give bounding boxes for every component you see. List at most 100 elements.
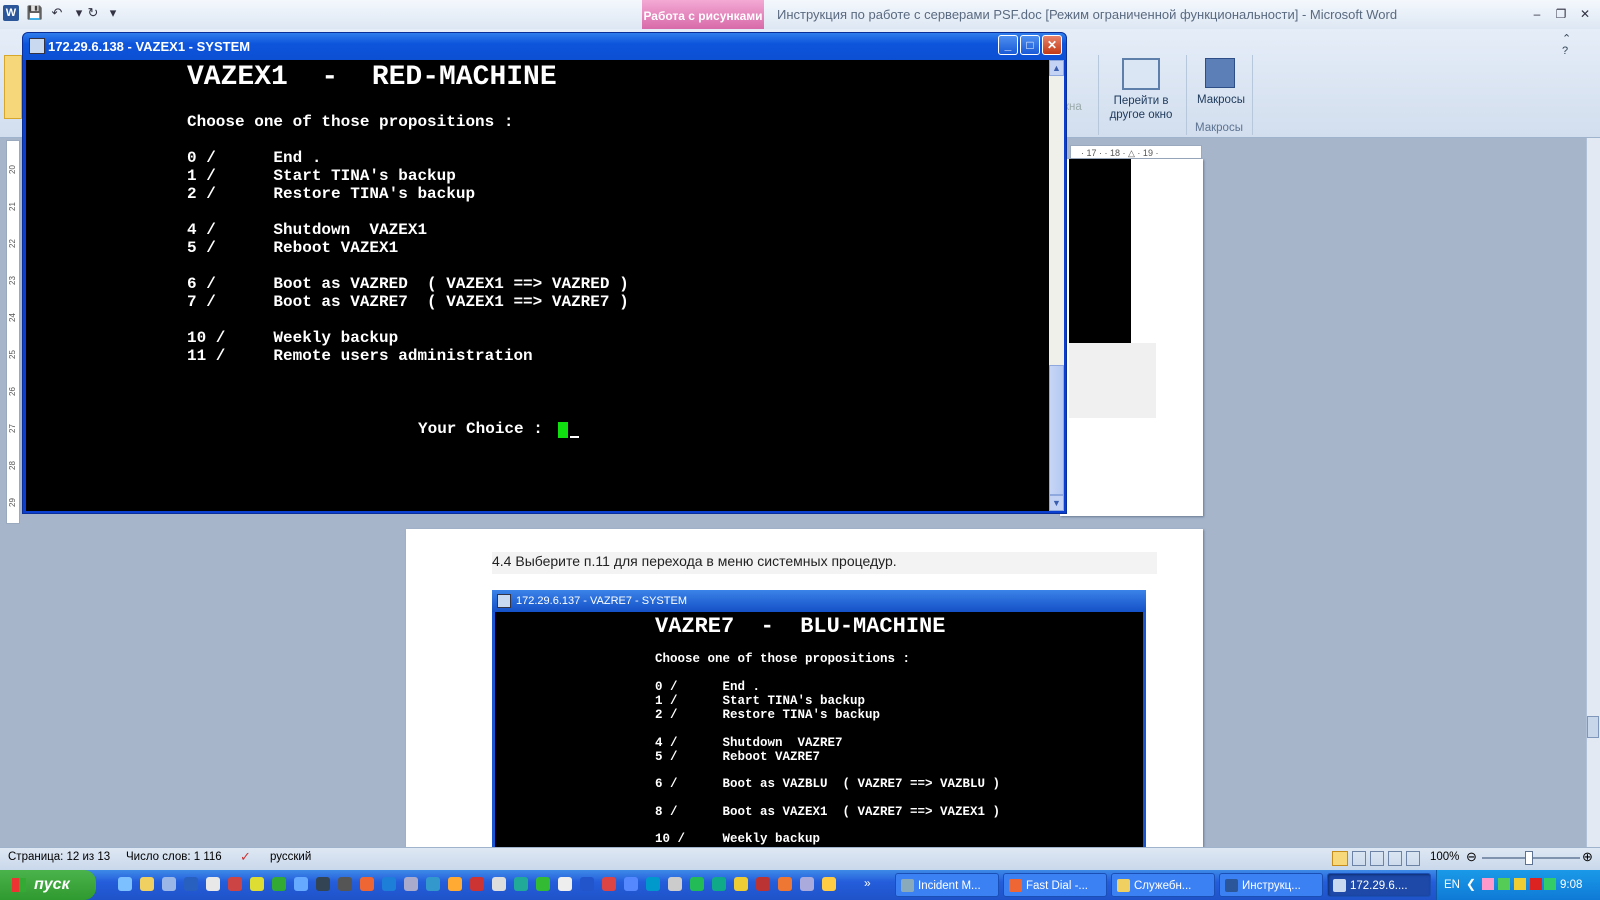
quicklaunch-app-icon[interactable] [756, 877, 770, 891]
console-scroll-thumb[interactable] [1049, 365, 1064, 495]
proofing-icon[interactable]: ✓ [240, 849, 251, 865]
embedded-window-title: 172.29.6.137 - VAZRE7 - SYSTEM [492, 590, 1146, 612]
taskbar-button[interactable]: Служебн... [1111, 873, 1215, 897]
quicklaunch-app-icon[interactable] [536, 877, 550, 891]
quicklaunch-app-icon[interactable] [492, 877, 506, 891]
quicklaunch-app-icon[interactable] [690, 877, 704, 891]
macros-group-label: Макросы [1195, 122, 1243, 134]
quicklaunch-app-icon[interactable] [448, 877, 462, 891]
quicklaunch-app-icon[interactable] [294, 877, 308, 891]
console-maximize-button[interactable]: □ [1020, 35, 1040, 55]
tray-language[interactable]: EN [1444, 870, 1460, 900]
zoom-in-icon[interactable]: ⊕ [1582, 849, 1593, 865]
save-icon[interactable]: 💾 [26, 4, 44, 22]
restore-icon[interactable]: ❐ [1552, 5, 1570, 23]
quicklaunch-app-icon[interactable] [382, 877, 396, 891]
quicklaunch-app-icon[interactable] [602, 877, 616, 891]
tray-network-icon[interactable] [1544, 878, 1556, 890]
quicklaunch-folder-icon[interactable] [140, 877, 154, 891]
tray-collapse-icon[interactable]: ❮ [1466, 877, 1478, 891]
quicklaunch-app-icon[interactable] [404, 877, 418, 891]
console-minimize-button[interactable]: _ [998, 35, 1018, 55]
picture-tools-context-tab[interactable]: Работа с рисунками [642, 0, 764, 29]
tray-app-icon[interactable] [1514, 878, 1526, 890]
outline-icon[interactable] [1388, 851, 1402, 866]
switch-window-button[interactable]: Перейти в другое окно [1096, 58, 1186, 128]
quicklaunch-more-icon[interactable]: » [864, 870, 871, 896]
ribbon-left-button[interactable] [4, 55, 22, 119]
zoom-slider-thumb[interactable] [1525, 851, 1533, 865]
page-image-fragment[interactable] [1069, 159, 1131, 343]
undo-icon[interactable]: ↶ [48, 4, 66, 22]
web-layout-icon[interactable] [1370, 851, 1384, 866]
quicklaunch-app-icon[interactable] [624, 877, 638, 891]
tray-clock[interactable]: 9:08 [1560, 870, 1582, 900]
tray-antivirus-icon[interactable] [1530, 878, 1542, 890]
quicklaunch-app-icon[interactable] [316, 877, 330, 891]
quicklaunch-app-icon[interactable] [184, 877, 198, 891]
embedded-option: 6 / Boot as VAZBLU ( VAZRE7 ==> VAZBLU ) [655, 777, 1001, 791]
draft-icon[interactable] [1406, 851, 1420, 866]
quicklaunch-app-icon[interactable] [514, 877, 528, 891]
console-scroll-down-icon[interactable]: ▼ [1049, 495, 1064, 511]
quicklaunch-app-icon[interactable] [558, 877, 572, 891]
help-icon[interactable]: ⌃ ? [1562, 32, 1578, 57]
word-app-icon[interactable]: W [3, 5, 19, 21]
quicklaunch-app-icon[interactable] [778, 877, 792, 891]
quicklaunch-app-icon[interactable] [162, 877, 176, 891]
zoom-out-icon[interactable]: ⊖ [1466, 849, 1477, 865]
task-label: Incident M... [918, 880, 981, 892]
firefox-icon [1009, 879, 1022, 892]
taskbar-button[interactable]: Fast Dial -... [1003, 873, 1107, 897]
document-scrollbar[interactable] [1586, 138, 1600, 847]
switch-window-icon [1122, 58, 1160, 90]
embedded-screenshot[interactable]: 172.29.6.137 - VAZRE7 - SYSTEM VAZRE7 - … [492, 590, 1146, 847]
console-option: 6 / Boot as VAZRED ( VAZEX1 ==> VAZRED ) [187, 275, 629, 293]
quicklaunch-app-icon[interactable] [338, 877, 352, 891]
quicklaunch-app-icon[interactable] [800, 877, 814, 891]
quicklaunch-app-icon[interactable] [822, 877, 836, 891]
console-window-icon[interactable] [29, 38, 45, 54]
qat-customize-icon[interactable]: ▾ [104, 4, 122, 22]
console-scroll-up-icon[interactable]: ▲ [1049, 60, 1064, 76]
quicklaunch-app-icon[interactable] [228, 877, 242, 891]
close-icon[interactable]: ✕ [1576, 5, 1594, 23]
tray-app-icon[interactable] [1498, 878, 1510, 890]
console-option: 4 / Shutdown VAZEX1 [187, 221, 428, 239]
redo-icon[interactable]: ↻ [84, 4, 102, 22]
quicklaunch-app-icon[interactable] [580, 877, 594, 891]
console-prompt-intro: Choose one of those propositions : [187, 113, 514, 131]
quicklaunch-firefox-icon[interactable] [360, 877, 374, 891]
document-scrollbar-thumb[interactable] [1587, 716, 1599, 738]
quicklaunch-app-icon[interactable] [250, 877, 264, 891]
quicklaunch-app-icon[interactable] [272, 877, 286, 891]
taskbar-button-active[interactable]: 172.29.6.... [1327, 873, 1431, 897]
quicklaunch-app-icon[interactable] [712, 877, 726, 891]
quicklaunch-app-icon[interactable] [668, 877, 682, 891]
zoom-level[interactable]: 100% [1430, 851, 1459, 863]
quicklaunch-app-icon[interactable] [426, 877, 440, 891]
minimize-icon[interactable]: – [1528, 5, 1546, 23]
quicklaunch-app-icon[interactable] [734, 877, 748, 891]
quicklaunch-app-icon[interactable] [470, 877, 484, 891]
status-language[interactable]: русский [270, 851, 311, 863]
print-layout-icon[interactable] [1332, 851, 1348, 866]
console-close-button[interactable]: ✕ [1042, 35, 1062, 55]
taskbar-button[interactable]: Инструкц... [1219, 873, 1323, 897]
status-word-count[interactable]: Число слов: 1 116 [126, 851, 222, 863]
macros-button[interactable]: Макросы [1190, 58, 1252, 128]
embedded-heading: VAZRE7 - BLU-MACHINE [655, 614, 946, 639]
console-option: 1 / Start TINA's backup [187, 167, 456, 185]
task-label: Служебн... [1134, 880, 1192, 892]
switch-window-label: Перейти в другое окно [1109, 95, 1173, 121]
console-input-cursor[interactable] [558, 422, 568, 438]
full-screen-reading-icon[interactable] [1352, 851, 1366, 866]
quicklaunch-skype-icon[interactable] [646, 877, 660, 891]
word-icon [1225, 879, 1238, 892]
taskbar-button[interactable]: Incident M... [895, 873, 999, 897]
tray-app-icon[interactable] [1482, 878, 1494, 890]
quicklaunch-ie-icon[interactable] [118, 877, 132, 891]
status-page[interactable]: Страница: 12 из 13 [8, 851, 110, 863]
quicklaunch-app-icon[interactable] [206, 877, 220, 891]
document-paragraph[interactable]: 4.4 Выберите п.11 для перехода в меню си… [492, 553, 897, 569]
